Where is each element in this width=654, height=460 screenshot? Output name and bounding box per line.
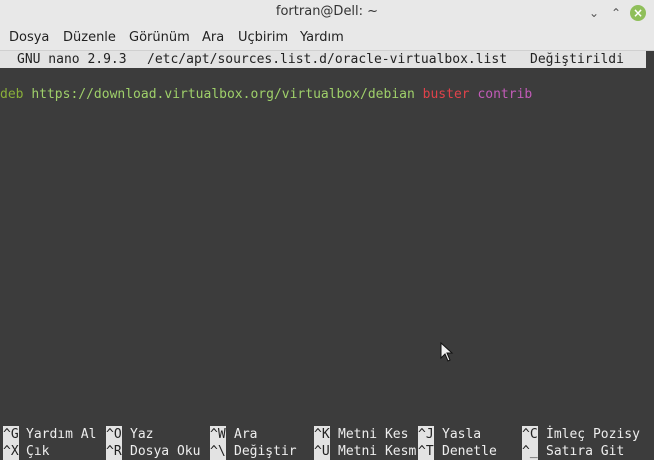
shortcut-key: ^W xyxy=(210,426,226,443)
nano-header: GNU nano 2.9.3 /etc/apt/sources.list.d/o… xyxy=(0,51,646,68)
terminal-area[interactable]: GNU nano 2.9.3 /etc/apt/sources.list.d/o… xyxy=(0,51,654,460)
shortcut-key: ^K xyxy=(314,426,330,443)
mouse-pointer-icon xyxy=(440,342,454,362)
shortcut-key: ^\ xyxy=(210,443,226,460)
token-deb: deb xyxy=(0,87,24,102)
shortcut-key: ^O xyxy=(106,426,122,443)
menu-ara[interactable]: Ara xyxy=(202,26,224,50)
shortcut-spell[interactable]: Denetle xyxy=(442,443,497,460)
menu-bar: Dosya Düzenle Görünüm Ara Uçbirim Yardım xyxy=(0,26,654,51)
close-icon[interactable]: × xyxy=(630,5,646,21)
shortcut-help[interactable]: Yardım Al xyxy=(26,426,96,443)
token-url: https://download.virtualbox.org/virtualb… xyxy=(31,87,415,102)
menu-duzenle[interactable]: Düzenle xyxy=(63,26,116,50)
menu-ucbirim[interactable]: Uçbirim xyxy=(238,26,288,50)
shortcut-key: ^G xyxy=(3,426,19,443)
shortcut-key: ^X xyxy=(3,443,19,460)
token-dist: buster xyxy=(422,87,470,102)
shortcut-read-file[interactable]: Dosya Oku xyxy=(130,443,200,460)
shortcut-search[interactable]: Ara xyxy=(234,426,257,443)
shortcut-key: ^C xyxy=(522,426,538,443)
shortcut-cursor-pos[interactable]: İmleç Pozisy xyxy=(546,426,640,443)
shortcut-goto-line[interactable]: Satıra Git xyxy=(546,443,624,460)
window-title: fortran@Dell: ~ xyxy=(275,4,379,19)
shortcut-replace[interactable]: Değiştir xyxy=(234,443,297,460)
shortcut-key: ^J xyxy=(418,426,434,443)
shortcut-key: ^T xyxy=(418,443,434,460)
shortcut-key: ^U xyxy=(314,443,330,460)
nano-status: Değiştirildi xyxy=(530,52,624,67)
shortcut-write[interactable]: Yaz xyxy=(130,426,153,443)
menu-dosya[interactable]: Dosya xyxy=(9,26,49,50)
scrollbar[interactable] xyxy=(646,51,654,460)
minimize-icon[interactable]: ⌄ xyxy=(586,5,602,21)
nano-version: GNU nano 2.9.3 xyxy=(17,52,127,67)
shortcut-cut[interactable]: Metni Kes xyxy=(338,426,408,443)
nano-filename: /etc/apt/sources.list.d/oracle-virtualbo… xyxy=(147,52,508,67)
menu-gorunum[interactable]: Görünüm xyxy=(129,26,190,50)
shortcut-key: ^_ xyxy=(522,443,538,460)
shortcut-key: ^R xyxy=(106,443,122,460)
shortcut-justify[interactable]: Yasla xyxy=(442,426,481,443)
menu-yardim[interactable]: Yardım xyxy=(300,26,344,50)
token-component: contrib xyxy=(477,87,533,102)
shortcut-uncut[interactable]: Metni Kesm xyxy=(338,443,416,460)
shortcut-exit[interactable]: Çık xyxy=(26,443,49,460)
title-bar: fortran@Dell: ~ ⌄ ⌃ × xyxy=(0,0,654,26)
file-line[interactable]: deb https://download.virtualbox.org/virt… xyxy=(0,86,532,103)
maximize-icon[interactable]: ⌃ xyxy=(608,5,624,21)
